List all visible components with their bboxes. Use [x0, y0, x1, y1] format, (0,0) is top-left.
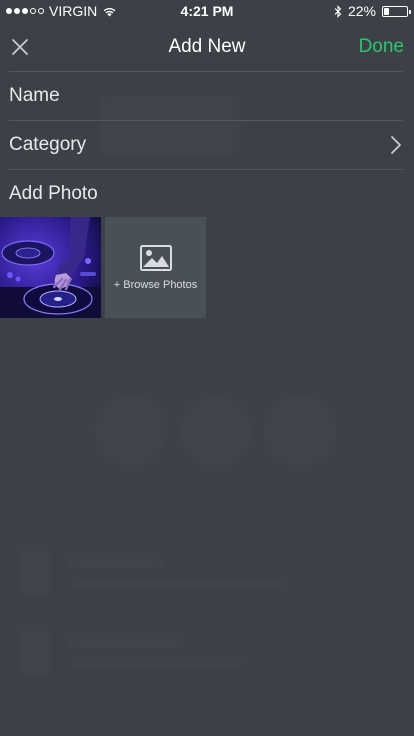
add-photo-label: Add Photo	[9, 183, 98, 204]
background-shape	[68, 578, 288, 588]
page-title: Add New	[168, 36, 246, 57]
bluetooth-icon	[334, 4, 342, 18]
name-label: Name	[9, 85, 60, 106]
background-shape	[180, 395, 252, 467]
add-photo-row: Add Photo	[9, 169, 403, 217]
status-bar: VIRGIN 4:21 PM 22%	[0, 0, 414, 22]
category-row[interactable]: Category	[9, 120, 403, 170]
browse-photos-button[interactable]: + Browse Photos	[105, 217, 206, 318]
background-shape	[68, 657, 248, 667]
name-field[interactable]: Name	[9, 71, 403, 121]
battery-percent: 22%	[347, 3, 376, 19]
category-label: Category	[9, 134, 87, 155]
battery-cap	[409, 9, 411, 14]
battery-level	[384, 7, 389, 15]
add-new-screen: VIRGIN 4:21 PM 22% Add New Done Name Cat…	[0, 0, 414, 736]
background-shape	[95, 395, 167, 467]
status-right: 22%	[334, 3, 411, 19]
background-shape	[20, 625, 50, 675]
image-icon	[140, 245, 172, 271]
photo-strip: + Browse Photos	[0, 217, 206, 318]
done-button[interactable]: Done	[359, 36, 404, 58]
navigation-bar: Add New Done	[0, 22, 414, 72]
browse-photos-label: + Browse Photos	[113, 279, 198, 291]
photo-thumbnail[interactable]	[0, 217, 101, 318]
chevron-right-icon	[391, 136, 401, 154]
background-shape	[68, 553, 163, 569]
background-shape	[264, 395, 336, 467]
background-shape	[68, 633, 186, 649]
dj-turntable-photo	[0, 217, 101, 318]
background-shape	[20, 545, 50, 595]
battery-icon	[382, 5, 411, 17]
